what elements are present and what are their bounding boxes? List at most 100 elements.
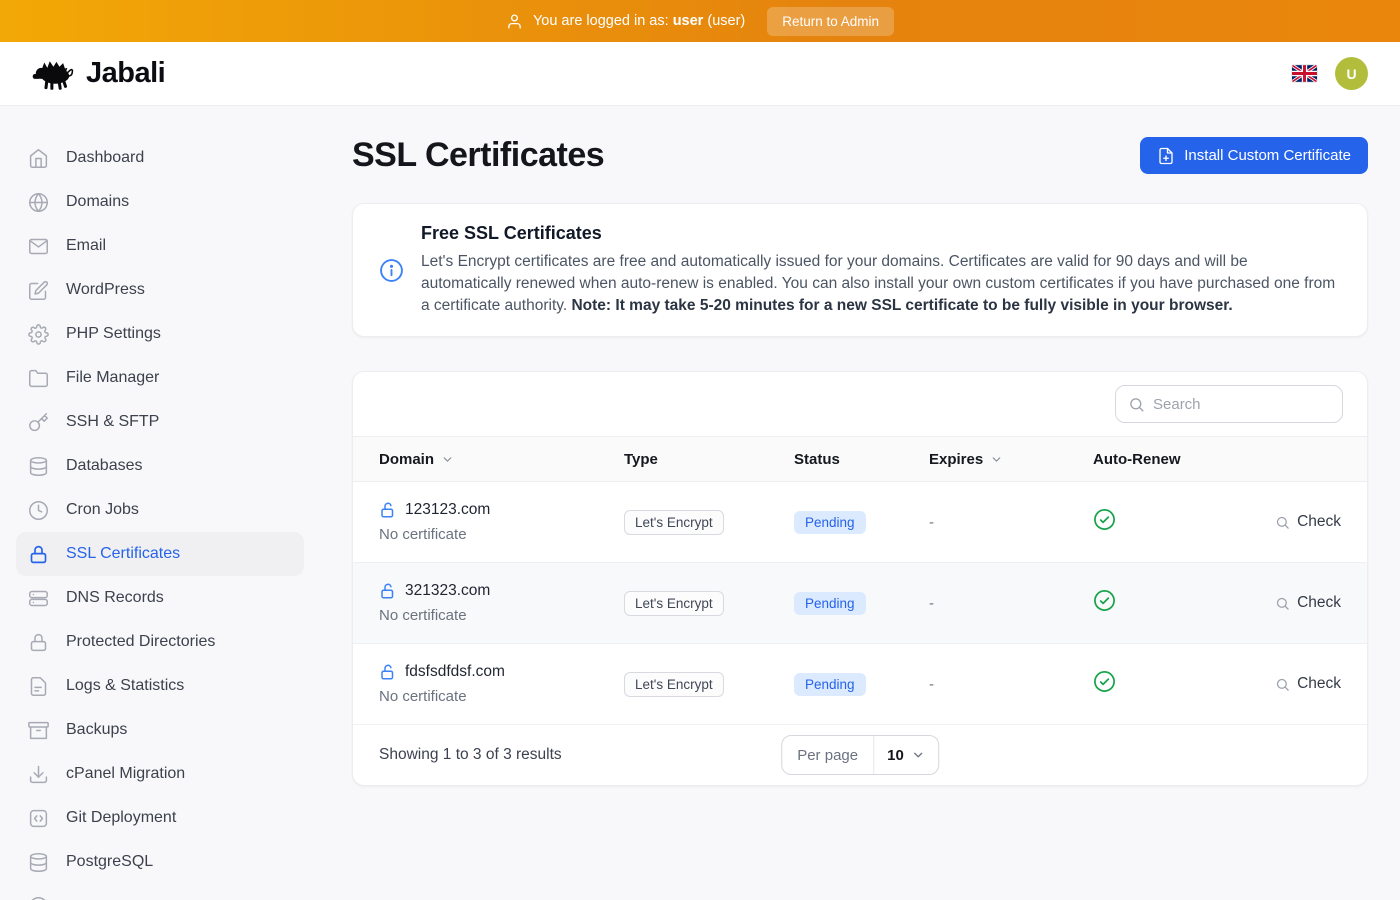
main-content: SSL Certificates Install Custom Certific… [320, 106, 1400, 900]
domain-name: fdsfsdfdsf.com [405, 663, 505, 681]
chevron-down-icon [441, 453, 454, 466]
sidebar-item-ssh-sftp[interactable]: SSH & SFTP [16, 400, 304, 444]
folder-icon [28, 368, 49, 389]
check-circle-icon[interactable] [1093, 508, 1116, 531]
info-box-body: Let's Encrypt certificates are free and … [421, 251, 1341, 317]
lock-icon [28, 632, 49, 653]
database-icon [28, 456, 49, 477]
column-header-type: Type [624, 451, 794, 468]
sidebar-item-wordpress[interactable]: WordPress [16, 268, 304, 312]
domain-name: 321323.com [405, 582, 490, 600]
pagination: Showing 1 to 3 of 3 results Per page 10 [353, 725, 1367, 785]
server-icon [28, 588, 49, 609]
page-title: SSL Certificates [352, 136, 604, 175]
certificate-subtitle: No certificate [379, 688, 624, 705]
search-box[interactable] [1115, 385, 1343, 423]
clock-icon [28, 500, 49, 521]
circle-icon [28, 896, 49, 900]
impersonation-bar: You are logged in as: user (user) Return… [0, 0, 1400, 42]
sidebar-item-partial[interactable] [16, 884, 304, 900]
per-page-control: Per page 10 [781, 735, 939, 775]
sidebar-item-databases[interactable]: Databases [16, 444, 304, 488]
search-icon [1275, 596, 1290, 611]
table-header-row: Domain Type Status Expires Auto-Renew [353, 436, 1367, 482]
sidebar-item-protected-directories[interactable]: Protected Directories [16, 620, 304, 664]
boar-logo-icon [32, 57, 76, 91]
table-row: 321323.com No certificate Let's Encrypt … [353, 563, 1367, 644]
info-icon [379, 258, 404, 283]
type-badge: Let's Encrypt [624, 591, 724, 616]
type-badge: Let's Encrypt [624, 672, 724, 697]
info-box-title: Free SSL Certificates [421, 223, 1341, 244]
sidebar-item-cpanel-migration[interactable]: cPanel Migration [16, 752, 304, 796]
type-badge: Let's Encrypt [624, 510, 724, 535]
file-plus-icon [1157, 147, 1175, 165]
results-summary: Showing 1 to 3 of 3 results [379, 746, 562, 764]
gear-icon [28, 324, 49, 345]
sidebar-item-backups[interactable]: Backups [16, 708, 304, 752]
brand-name: Jabali [86, 57, 165, 90]
home-icon [28, 148, 49, 169]
check-button[interactable]: Check [1231, 594, 1341, 612]
status-badge: Pending [794, 511, 866, 534]
expires-value: - [929, 514, 1093, 531]
download-icon [28, 764, 49, 785]
database-icon [28, 852, 49, 873]
sidebar-item-postgresql[interactable]: PostgreSQL [16, 840, 304, 884]
table-row: 123123.com No certificate Let's Encrypt … [353, 482, 1367, 563]
chevron-down-icon [990, 453, 1003, 466]
expires-value: - [929, 676, 1093, 693]
return-to-admin-button[interactable]: Return to Admin [767, 7, 894, 36]
sidebar: Dashboard Domains Email WordPress PHP Se… [0, 106, 320, 900]
sidebar-item-logs-statistics[interactable]: Logs & Statistics [16, 664, 304, 708]
check-button[interactable]: Check [1231, 513, 1341, 531]
sidebar-item-cron-jobs[interactable]: Cron Jobs [16, 488, 304, 532]
search-icon [1275, 677, 1290, 692]
column-header-domain[interactable]: Domain [379, 451, 624, 468]
sidebar-item-ssl-certificates[interactable]: SSL Certificates [16, 532, 304, 576]
table-row: fdsfsdfdsf.com No certificate Let's Encr… [353, 644, 1367, 725]
free-ssl-info-box: Free SSL Certificates Let's Encrypt cert… [352, 203, 1368, 337]
user-avatar[interactable]: U [1335, 57, 1368, 90]
check-circle-icon[interactable] [1093, 670, 1116, 693]
sidebar-item-dashboard[interactable]: Dashboard [16, 136, 304, 180]
sidebar-item-file-manager[interactable]: File Manager [16, 356, 304, 400]
chevron-down-icon [911, 748, 925, 762]
check-circle-icon[interactable] [1093, 589, 1116, 612]
impersonation-message: You are logged in as: user (user) [533, 13, 745, 29]
sidebar-item-domains[interactable]: Domains [16, 180, 304, 224]
search-icon [1275, 515, 1290, 530]
status-badge: Pending [794, 592, 866, 615]
column-header-expires[interactable]: Expires [929, 451, 1093, 468]
archive-icon [28, 720, 49, 741]
install-custom-certificate-button[interactable]: Install Custom Certificate [1140, 137, 1368, 174]
expires-value: - [929, 595, 1093, 612]
mail-icon [28, 236, 49, 257]
lock-open-icon [379, 663, 397, 681]
search-icon [1128, 396, 1145, 413]
file-text-icon [28, 676, 49, 697]
lock-icon [28, 544, 49, 565]
column-header-status: Status [794, 451, 929, 468]
code-icon [28, 808, 49, 829]
sidebar-item-email[interactable]: Email [16, 224, 304, 268]
brand-logo[interactable]: Jabali [32, 57, 165, 91]
key-icon [28, 412, 49, 433]
certificate-subtitle: No certificate [379, 526, 624, 543]
certificate-subtitle: No certificate [379, 607, 624, 624]
uk-flag-icon[interactable] [1292, 65, 1317, 82]
user-icon [506, 13, 523, 30]
app-header: Jabali U [0, 42, 1400, 106]
per-page-select[interactable]: 10 [874, 736, 938, 774]
lock-open-icon [379, 501, 397, 519]
ssl-certificates-table: Domain Type Status Expires Auto-Renew 12… [352, 371, 1368, 786]
sidebar-item-dns-records[interactable]: DNS Records [16, 576, 304, 620]
check-button[interactable]: Check [1231, 675, 1341, 693]
lock-open-icon [379, 582, 397, 600]
sidebar-item-git-deployment[interactable]: Git Deployment [16, 796, 304, 840]
status-badge: Pending [794, 673, 866, 696]
globe-icon [28, 192, 49, 213]
sidebar-item-php-settings[interactable]: PHP Settings [16, 312, 304, 356]
search-input[interactable] [1153, 396, 1330, 413]
column-header-auto-renew: Auto-Renew [1093, 451, 1231, 468]
